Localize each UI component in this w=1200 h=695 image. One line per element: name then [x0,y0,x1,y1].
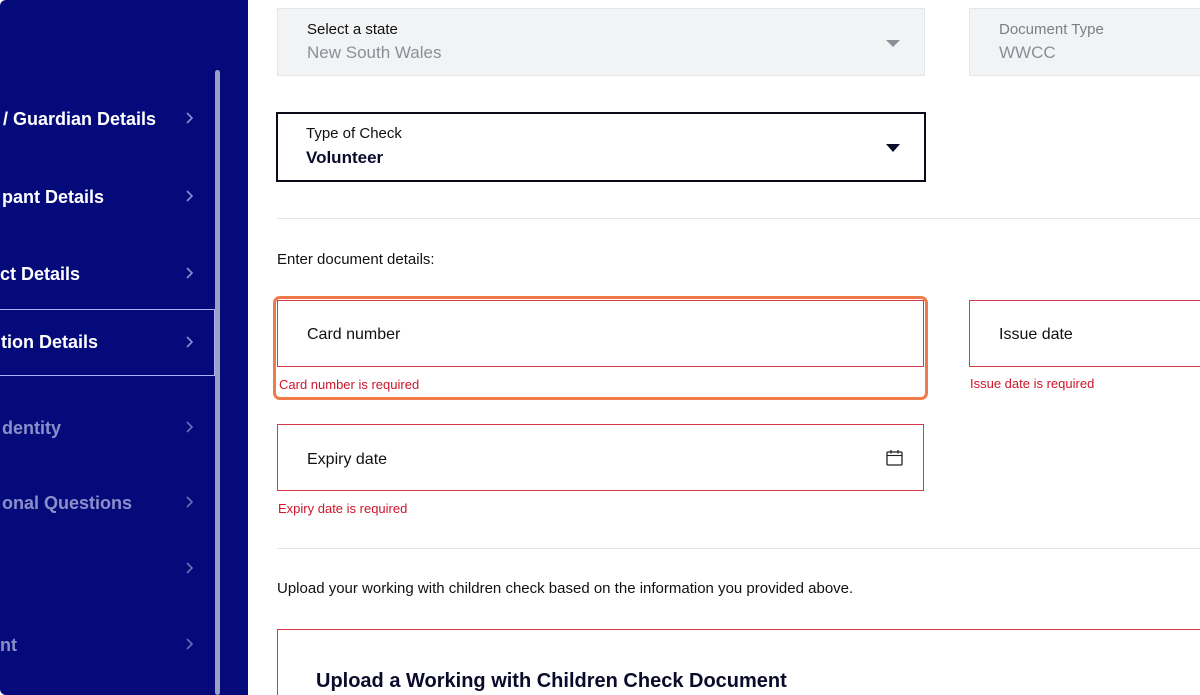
state-select-value: New South Wales [307,43,442,62]
divider [277,548,1200,549]
chevron-right-icon [186,638,198,652]
state-select-label: Select a state [307,21,398,38]
document-type-field: Document Type WWCC [969,8,1200,76]
chevron-right-icon [186,190,198,204]
sidebar-item-unnamed[interactable] [0,536,214,602]
check-type-value: Volunteer [306,148,384,167]
chevron-right-icon [186,112,198,126]
sidebar-item-label: ct Details [0,263,81,284]
sidebar-item-verification-details[interactable]: tion Details [0,309,215,376]
sidebar-item-label: nt [0,634,17,655]
chevron-right-icon [186,496,198,510]
card-number-input[interactable]: Card number [277,300,924,367]
document-type-value: WWCC [999,43,1056,62]
sidebar-item-contact-details[interactable]: ct Details [0,241,214,307]
chevron-right-icon [186,562,198,576]
sidebar-item-guardian-details[interactable]: / Guardian Details [0,86,214,152]
expiry-date-error: Expiry date is required [278,501,408,516]
sidebar-item-participant-details[interactable]: pant Details [0,164,214,230]
card-number-error: Card number is required [279,377,420,392]
sidebar: / Guardian Details pant Details ct Detai… [0,0,248,695]
sidebar-item-consent[interactable]: nt [0,612,214,678]
sidebar-item-label: tion Details [1,332,99,352]
upload-title: Upload a Working with Children Check Doc… [316,670,787,692]
sidebar-item-label: pant Details [2,186,105,207]
sidebar-item-additional-questions[interactable]: onal Questions [0,470,214,536]
document-type-label: Document Type [999,21,1104,38]
caret-down-icon [886,40,900,47]
sidebar-scrollbar[interactable] [215,70,220,695]
upload-instruction: Upload your working with children check … [277,580,854,597]
calendar-icon[interactable] [886,449,903,466]
state-select[interactable]: Select a state New South Wales [277,8,925,76]
sidebar-item-label: onal Questions [2,492,133,513]
expiry-date-placeholder: Expiry date [307,451,388,468]
sidebar-item-label: dentity [2,417,62,438]
check-type-label: Type of Check [306,125,402,142]
issue-date-placeholder: Issue date [999,326,1073,343]
sidebar-item-label: / Guardian Details [3,108,157,129]
issue-date-input[interactable]: Issue date [969,300,1200,367]
card-number-placeholder: Card number [307,326,401,343]
chevron-right-icon [186,267,198,281]
chevron-right-icon [186,421,198,435]
caret-down-icon [886,144,900,152]
expiry-date-input[interactable]: Expiry date [277,424,924,491]
sidebar-item-identity[interactable]: dentity [0,395,214,461]
check-type-select[interactable]: Type of Check Volunteer [276,112,926,182]
chevron-right-icon [186,335,198,350]
upload-dropzone[interactable]: Upload a Working with Children Check Doc… [277,629,1200,695]
divider [277,218,1200,219]
details-heading: Enter document details: [277,251,435,268]
issue-date-error: Issue date is required [970,376,1095,391]
